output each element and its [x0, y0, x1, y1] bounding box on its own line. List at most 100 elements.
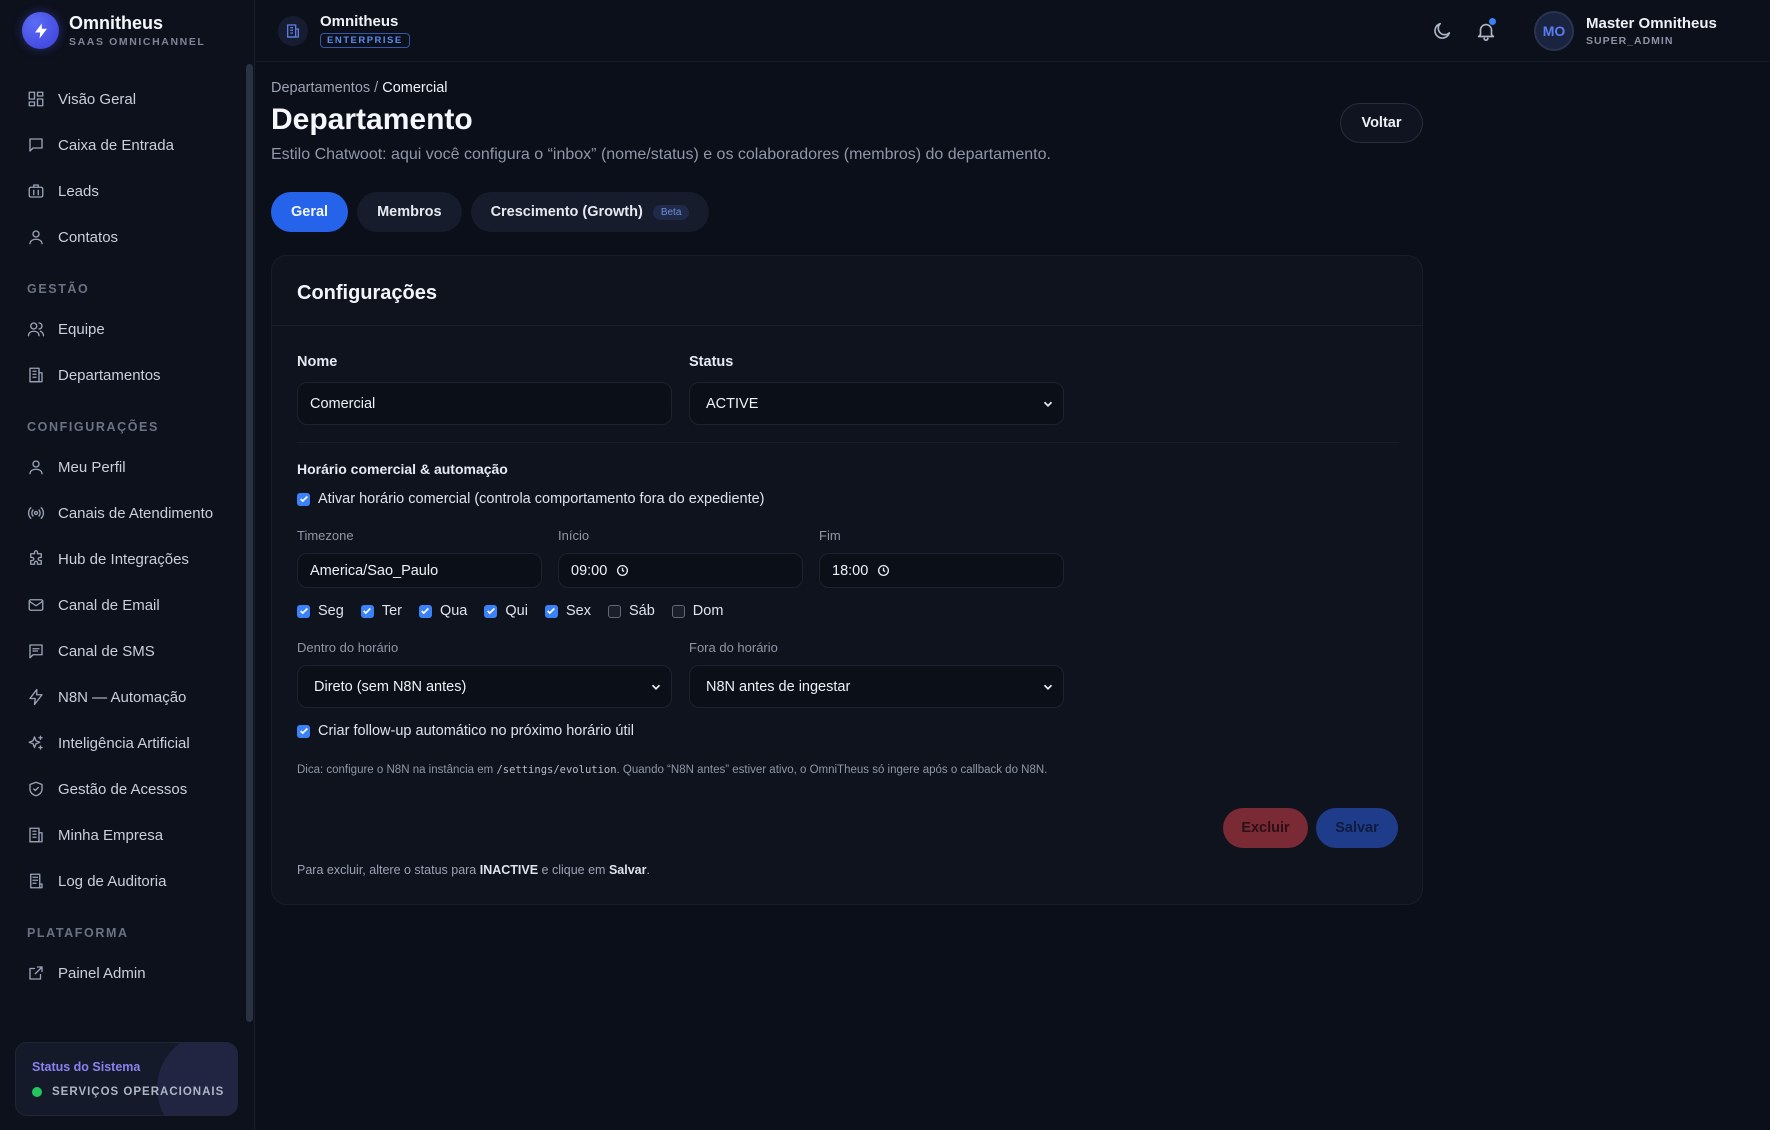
name-input[interactable]: Comercial [297, 382, 672, 425]
card-title: Configurações [272, 256, 1422, 326]
radio-icon [27, 507, 45, 519]
sidebar-item-hub-integracoes[interactable]: Hub de Integrações [0, 536, 250, 582]
breadcrumb: Departamentos / Comercial [271, 80, 448, 96]
brand-title: Omnitheus [69, 13, 164, 33]
day-seg[interactable]: Seg [297, 603, 344, 619]
theme-toggle-moon-icon[interactable] [1431, 20, 1453, 42]
day-sex[interactable]: Sex [544, 603, 591, 619]
outside-hours-label: Fora do horário [689, 640, 778, 655]
outside-hours-select[interactable]: N8N antes de ingestar [689, 665, 1064, 708]
brand-subtitle: SAAS OMNICHANNEL [69, 36, 206, 48]
sidebar-item-canal-sms[interactable]: Canal de SMS [0, 628, 250, 674]
settings-card: Configurações Nome Comercial Status ACTI… [271, 255, 1423, 905]
beta-badge: Beta [652, 204, 690, 220]
inside-hours-value: Direto (sem N8N antes) [314, 678, 467, 695]
followup-checkbox[interactable] [297, 724, 310, 738]
sidebar-item-visao-geral[interactable]: Visão Geral [0, 76, 250, 122]
day-qui[interactable]: Qui [484, 603, 528, 619]
followup-label: Criar follow-up automático no próximo ho… [318, 723, 634, 739]
day-qua[interactable]: Qua [418, 603, 467, 619]
sidebar-item-label: Canal de Email [58, 596, 160, 614]
sidebar-item-n8n[interactable]: N8N — Automação [0, 674, 250, 720]
sidebar-item-painel-admin[interactable]: Painel Admin [0, 950, 250, 996]
user-menu[interactable]: MO Master Omnitheus SUPER_ADMIN [1534, 11, 1717, 51]
tip-code: /settings/evolution [496, 764, 617, 776]
sidebar-item-departamentos[interactable]: Departamentos [0, 352, 250, 398]
hours-title: Horário comercial & automação [297, 461, 508, 477]
back-button[interactable]: Voltar [1340, 103, 1423, 143]
sidebar-item-ia[interactable]: Inteligência Artificial [0, 720, 250, 766]
topbar: Omnitheus ENTERPRISE MO Master Omnitheus… [256, 0, 1770, 62]
sidebar-nav: Visão Geral Caixa de Entrada Leads Conta… [0, 76, 250, 996]
sidebar-item-caixa-de-entrada[interactable]: Caixa de Entrada [0, 122, 250, 168]
status-dot-icon [32, 1087, 42, 1097]
section-configuracoes: CONFIGURAÇÕES [27, 420, 159, 434]
day-checkbox[interactable] [297, 604, 310, 618]
status-card-glow [157, 1043, 237, 1115]
sidebar-item-canais[interactable]: Canais de Atendimento [0, 490, 250, 536]
timezone-input[interactable]: America/Sao_Paulo [297, 553, 542, 588]
notifications-bell-icon[interactable] [1475, 18, 1497, 42]
followup-row: Criar follow-up automático no próximo ho… [297, 723, 634, 739]
status-title: Status do Sistema [32, 1060, 141, 1074]
outside-hours-value: N8N antes de ingestar [706, 678, 851, 695]
day-ter[interactable]: Ter [360, 603, 402, 619]
day-checkbox[interactable] [607, 604, 621, 618]
sidebar-item-canal-email[interactable]: Canal de Email [0, 582, 250, 628]
tab-crescimento[interactable]: Crescimento (Growth) Beta [470, 192, 710, 232]
avatar: MO [1534, 11, 1574, 51]
save-button[interactable]: Salvar [1316, 808, 1398, 848]
sidebar-scrollbar[interactable] [246, 64, 253, 1022]
day-checkbox[interactable] [484, 604, 498, 618]
footer-prefix: Para excluir, altere o status para [297, 863, 480, 877]
shield-icon [29, 781, 43, 797]
delete-button[interactable]: Excluir [1223, 808, 1308, 848]
end-time-value: 18:00 [832, 562, 869, 579]
tip-suffix: . Quando “N8N antes” estiver ativo, o Om… [616, 764, 1048, 776]
building-icon [278, 15, 308, 46]
page-description: Estilo Chatwoot: aqui você configura o “… [271, 146, 1051, 163]
status-select[interactable]: ACTIVE [689, 382, 1064, 425]
log-icon [30, 873, 43, 889]
sms-icon [29, 644, 43, 659]
end-time-input[interactable]: 18:00 [819, 553, 1064, 588]
brand[interactable]: Omnitheus SAAS OMNICHANNEL [22, 12, 205, 49]
day-checkbox[interactable] [418, 604, 432, 618]
sidebar-item-leads[interactable]: Leads [0, 168, 250, 214]
workspace-switcher[interactable]: Omnitheus ENTERPRISE [278, 13, 410, 48]
tab-membros[interactable]: Membros [357, 192, 462, 232]
day-dom[interactable]: Dom [671, 603, 723, 619]
sidebar-item-label: Caixa de Entrada [58, 136, 174, 154]
enable-hours-label: Ativar horário comercial (controla compo… [318, 491, 765, 507]
sidebar-item-log-auditoria[interactable]: Log de Auditoria [0, 858, 250, 904]
breadcrumb-separator: / [370, 80, 383, 96]
day-checkbox[interactable] [671, 604, 685, 618]
start-time-input[interactable]: 09:00 [558, 553, 803, 588]
inside-hours-select[interactable]: Direto (sem N8N antes) [297, 665, 672, 708]
sidebar-item-label: Meu Perfil [58, 458, 126, 476]
sidebar-item-minha-empresa[interactable]: Minha Empresa [0, 812, 250, 858]
sidebar-item-label: N8N — Automação [58, 688, 187, 706]
chevron-down-icon [1043, 401, 1053, 407]
start-time-value: 09:00 [571, 562, 608, 579]
enable-hours-checkbox[interactable] [297, 492, 310, 506]
sidebar-item-equipe[interactable]: Equipe [0, 306, 250, 352]
sidebar-item-meu-perfil[interactable]: Meu Perfil [0, 444, 250, 490]
tab-bar: Geral Membros Crescimento (Growth) Beta [271, 192, 718, 232]
breadcrumb-parent[interactable]: Departamentos [271, 80, 370, 96]
sidebar-item-label: Inteligência Artificial [58, 734, 190, 752]
tab-geral[interactable]: Geral [271, 192, 349, 232]
status-select-value: ACTIVE [706, 395, 759, 412]
page-title: Departamento [271, 103, 473, 136]
tip-prefix: Dica: configure o N8N na instância em [297, 764, 497, 776]
workspace-name: Omnitheus [320, 13, 399, 30]
clock-icon[interactable] [877, 564, 890, 577]
day-sab[interactable]: Sáb [607, 603, 655, 619]
day-checkbox[interactable] [360, 604, 374, 618]
workspace-plan-badge: ENTERPRISE [320, 33, 410, 48]
clock-icon[interactable] [616, 564, 629, 577]
sidebar-item-gestao-acessos[interactable]: Gestão de Acessos [0, 766, 250, 812]
sidebar-item-contatos[interactable]: Contatos [0, 214, 250, 260]
sidebar-item-label: Canal de SMS [58, 642, 155, 660]
day-checkbox[interactable] [544, 604, 558, 618]
